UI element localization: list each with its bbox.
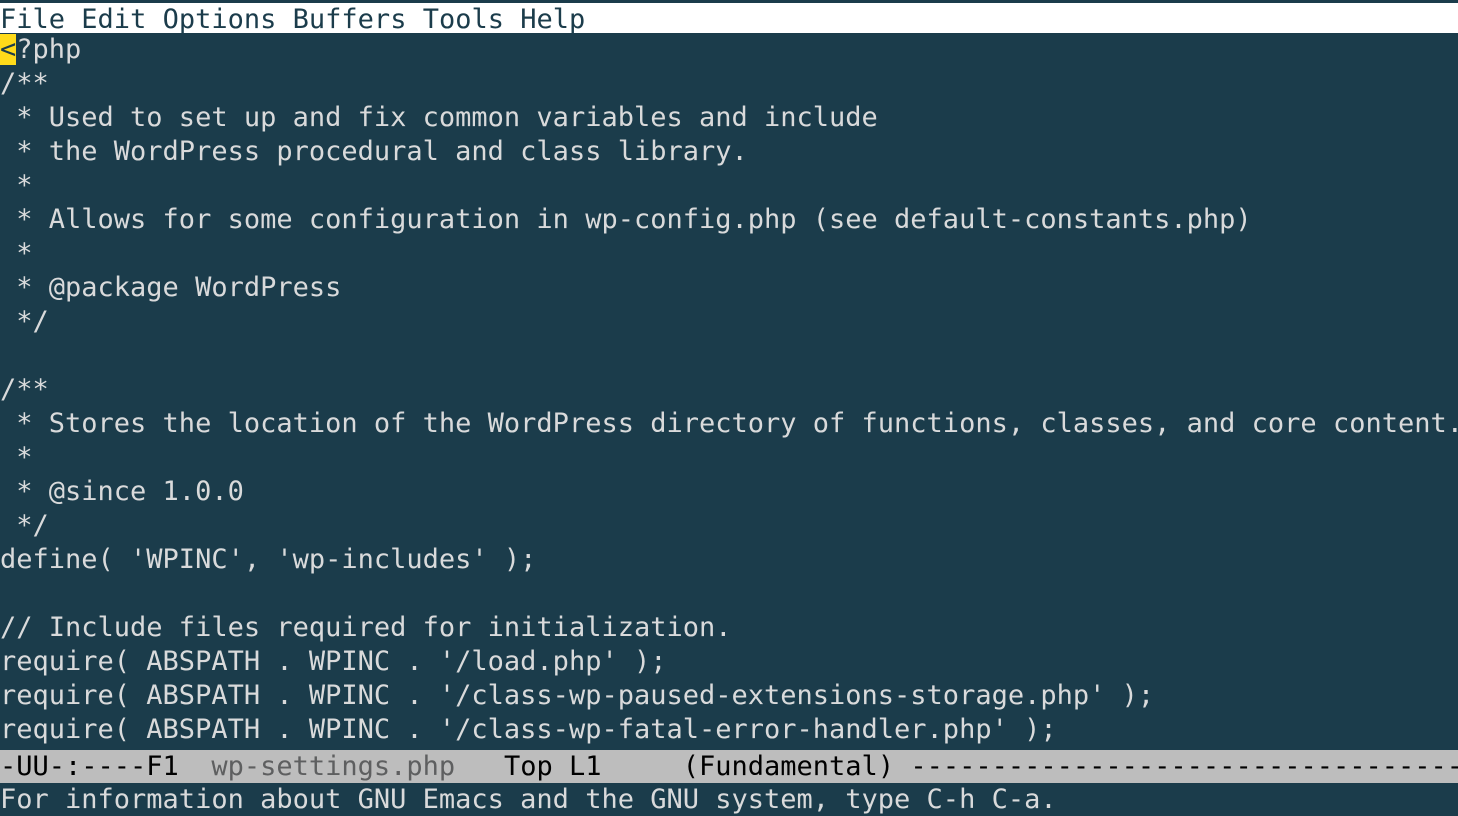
code-line: // Include files required for initializa… <box>0 612 732 643</box>
code-line: * the WordPress procedural and class lib… <box>0 136 748 167</box>
modeline-trail: ---------------------------------------- <box>894 751 1458 782</box>
code-line: /** <box>0 374 49 405</box>
code-line: require( ABSPATH . WPINC . '/class-wp-pa… <box>0 680 1154 711</box>
modeline: -UU-:----F1 wp-settings.php Top L1 (Fund… <box>0 750 1458 783</box>
menu-tools[interactable]: Tools <box>423 4 504 35</box>
code-line: * Allows for some configuration in wp-co… <box>0 204 1252 235</box>
modeline-position: Top L1 <box>455 751 683 782</box>
menu-file[interactable]: File <box>0 4 65 35</box>
code-line: * @package WordPress <box>0 272 341 303</box>
modeline-buffer-name: wp-settings.php <box>211 751 455 782</box>
minibuffer[interactable]: For information about GNU Emacs and the … <box>0 783 1458 816</box>
code-line: * @since 1.0.0 <box>0 476 244 507</box>
code-line: require( ABSPATH . WPINC . '/class-wp-fa… <box>0 714 1057 745</box>
code-line: require( ABSPATH . WPINC . '/load.php' )… <box>0 646 666 677</box>
text-cursor: < <box>0 34 16 65</box>
code-line: ?php <box>16 34 81 65</box>
code-line: * Stores the location of the WordPress d… <box>0 408 1458 439</box>
minibuffer-text: For information about GNU Emacs and the … <box>0 784 1057 815</box>
code-line: * <box>0 238 33 269</box>
menu-buffers[interactable]: Buffers <box>293 4 407 35</box>
code-line: * Used to set up and fix common variable… <box>0 102 878 133</box>
code-line: */ <box>0 510 49 541</box>
editor-buffer[interactable]: <?php /** * Used to set up and fix commo… <box>0 33 1458 750</box>
code-line: * <box>0 442 33 473</box>
code-line: /** <box>0 68 49 99</box>
code-line: */ <box>0 306 49 337</box>
code-line: define( 'WPINC', 'wp-includes' ); <box>0 544 536 575</box>
code-line: * <box>0 170 33 201</box>
menu-edit[interactable]: Edit <box>81 4 146 35</box>
menubar: File Edit Options Buffers Tools Help <box>0 0 1458 33</box>
modeline-mode: (Fundamental) <box>683 751 894 782</box>
modeline-status: -UU-:----F1 <box>0 751 211 782</box>
menu-options[interactable]: Options <box>163 4 277 35</box>
menu-help[interactable]: Help <box>520 4 585 35</box>
